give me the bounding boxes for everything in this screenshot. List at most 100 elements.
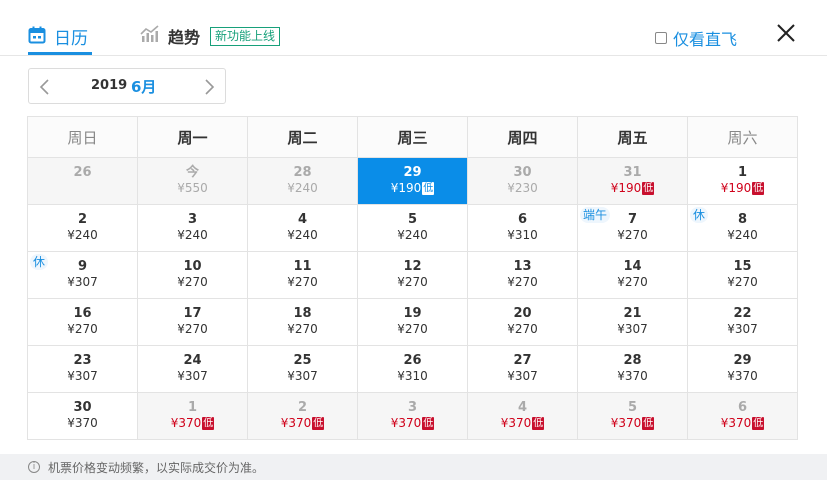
day-price-line: ¥310 — [358, 369, 467, 384]
calendar-day-cell[interactable]: 休 9 ¥307 — [28, 252, 138, 299]
day-price-line: ¥370 低 — [138, 416, 247, 431]
day-price-line: ¥190 低 — [578, 181, 687, 196]
calendar-day-cell[interactable]: 17 ¥270 — [138, 299, 248, 346]
direct-only-toggle[interactable]: 仅看直飞 — [655, 26, 737, 50]
calendar-day-cell[interactable]: 6 ¥370 低 — [688, 393, 798, 440]
calendar-day-cell[interactable]: 22 ¥307 — [688, 299, 798, 346]
day-price: ¥240 — [67, 228, 98, 242]
calendar-day-cell[interactable]: 28 ¥240 — [248, 158, 358, 205]
new-feature-badge: 新功能上线 — [210, 26, 281, 46]
tab-calendar[interactable]: 日历 — [28, 24, 88, 49]
low-price-tag: 低 — [532, 417, 545, 430]
calendar-day-cell[interactable]: 13 ¥270 — [468, 252, 578, 299]
low-price-tag: 低 — [642, 417, 655, 430]
day-number: 23 — [73, 353, 92, 368]
day-price: ¥370 — [170, 416, 202, 430]
direct-only-checkbox[interactable] — [655, 32, 667, 44]
day-price-line: ¥270 — [358, 275, 467, 290]
calendar-day-cell[interactable]: 14 ¥270 — [578, 252, 688, 299]
day-price-line: ¥307 — [28, 369, 137, 384]
day-price-line: ¥270 — [248, 322, 357, 337]
calendar-day-cell[interactable]: 26 ¥310 — [358, 346, 468, 393]
calendar-day-cell[interactable]: 3 ¥240 — [138, 205, 248, 252]
calendar-day-cell[interactable]: 23 ¥307 — [28, 346, 138, 393]
prev-month-button[interactable] — [37, 78, 53, 96]
low-price-tag: 低 — [202, 417, 215, 430]
next-month-button[interactable] — [201, 78, 217, 96]
calendar-day-cell[interactable]: 10 ¥270 — [138, 252, 248, 299]
calendar-day-cell[interactable]: 15 ¥270 — [688, 252, 798, 299]
day-price: ¥310 — [397, 369, 428, 383]
calendar-day-cell[interactable]: 29 ¥370 — [688, 346, 798, 393]
day-price-line: ¥307 — [28, 275, 137, 290]
day-number: 3 — [407, 400, 418, 415]
day-price-line: ¥270 — [358, 322, 467, 337]
close-icon — [777, 24, 795, 42]
weekday-header-cell: 周一 — [138, 117, 248, 158]
calendar-day-cell[interactable]: 30 ¥370 — [28, 393, 138, 440]
calendar-day-cell[interactable]: 12 ¥270 — [358, 252, 468, 299]
day-price-line: ¥307 — [248, 369, 357, 384]
calendar-day-cell[interactable]: 18 ¥270 — [248, 299, 358, 346]
calendar-day-cell[interactable]: 2 ¥370 低 — [248, 393, 358, 440]
calendar-day-cell[interactable]: 6 ¥310 — [468, 205, 578, 252]
day-number: 27 — [513, 353, 532, 368]
calendar-day-cell[interactable]: 3 ¥370 低 — [358, 393, 468, 440]
calendar-day-cell[interactable]: 21 ¥307 — [578, 299, 688, 346]
calendar-day-cell[interactable]: 27 ¥307 — [468, 346, 578, 393]
calendar-day-cell[interactable]: 端午 7 ¥270 — [578, 205, 688, 252]
tab-calendar-label: 日历 — [54, 29, 88, 49]
close-button[interactable] — [775, 22, 797, 44]
month-selector: 2019 6月 — [28, 68, 226, 104]
calendar-day-cell[interactable]: 24 ¥307 — [138, 346, 248, 393]
day-number: 4 — [297, 212, 308, 227]
day-number: 29 — [403, 165, 422, 180]
day-price: ¥370 — [500, 416, 532, 430]
calendar-week-row: 休 9 ¥307 10 ¥270 11 ¥270 12 ¥270 13 ¥270 14 ¥270 15 ¥2… — [28, 252, 798, 299]
calendar-day-cell[interactable]: 4 ¥240 — [248, 205, 358, 252]
calendar-day-cell[interactable]: 4 ¥370 低 — [468, 393, 578, 440]
calendar-day-cell[interactable]: 16 ¥270 — [28, 299, 138, 346]
day-price-line: ¥370 低 — [688, 416, 797, 431]
calendar-day-cell[interactable]: 31 ¥190 低 — [578, 158, 688, 205]
calendar-week-row: 23 ¥307 24 ¥307 25 ¥307 26 ¥310 27 ¥307 28 ¥370 29 ¥3… — [28, 346, 798, 393]
day-price-line: ¥307 — [578, 322, 687, 337]
day-number: 31 — [623, 165, 642, 180]
day-number: 14 — [623, 259, 642, 274]
day-price-line: ¥370 低 — [358, 416, 467, 431]
low-price-tag: 低 — [752, 182, 765, 195]
day-price: ¥307 — [67, 369, 98, 383]
calendar-day-cell[interactable]: 2 ¥240 — [28, 205, 138, 252]
active-tab-indicator — [28, 52, 92, 55]
calendar-day-cell[interactable]: 28 ¥370 — [578, 346, 688, 393]
day-price: ¥270 — [617, 228, 648, 242]
day-number: 18 — [293, 306, 312, 321]
calendar-day-cell[interactable]: 11 ¥270 — [248, 252, 358, 299]
tab-trend[interactable]: 趋势 新功能上线 — [140, 24, 281, 48]
calendar-header: 日历 趋势 新功能上线 仅看直飞 — [0, 0, 827, 56]
day-price-line: ¥370 低 — [468, 416, 577, 431]
calendar-day-cell[interactable]: 5 ¥240 — [358, 205, 468, 252]
calendar-day-cell[interactable]: 1 ¥190 低 — [688, 158, 798, 205]
calendar-day-cell[interactable]: 1 ¥370 低 — [138, 393, 248, 440]
day-number: 25 — [293, 353, 312, 368]
day-price: ¥270 — [507, 322, 538, 336]
direct-only-label[interactable]: 仅看直飞 — [673, 26, 737, 50]
day-price: ¥307 — [287, 369, 318, 383]
calendar-day-cell[interactable]: 今 ¥550 — [138, 158, 248, 205]
calendar-day-cell[interactable]: 29 ¥190 低 — [358, 158, 468, 205]
day-price: ¥240 — [727, 228, 758, 242]
calendar-day-cell[interactable]: 25 ¥307 — [248, 346, 358, 393]
day-price: ¥270 — [397, 322, 428, 336]
calendar-day-cell[interactable]: 19 ¥270 — [358, 299, 468, 346]
calendar-day-cell[interactable]: 5 ¥370 低 — [578, 393, 688, 440]
calendar-day-cell[interactable]: 20 ¥270 — [468, 299, 578, 346]
day-price-line: ¥270 — [578, 228, 687, 243]
calendar-day-cell[interactable]: 26 — [28, 158, 138, 205]
month-month: 6月 — [131, 78, 157, 96]
calendar-day-cell[interactable]: 休 8 ¥240 — [688, 205, 798, 252]
day-price: ¥370 — [280, 416, 312, 430]
calendar-day-cell[interactable]: 30 ¥230 — [468, 158, 578, 205]
day-price-line: ¥370 低 — [578, 416, 687, 431]
day-price-line: ¥190 低 — [358, 181, 467, 196]
